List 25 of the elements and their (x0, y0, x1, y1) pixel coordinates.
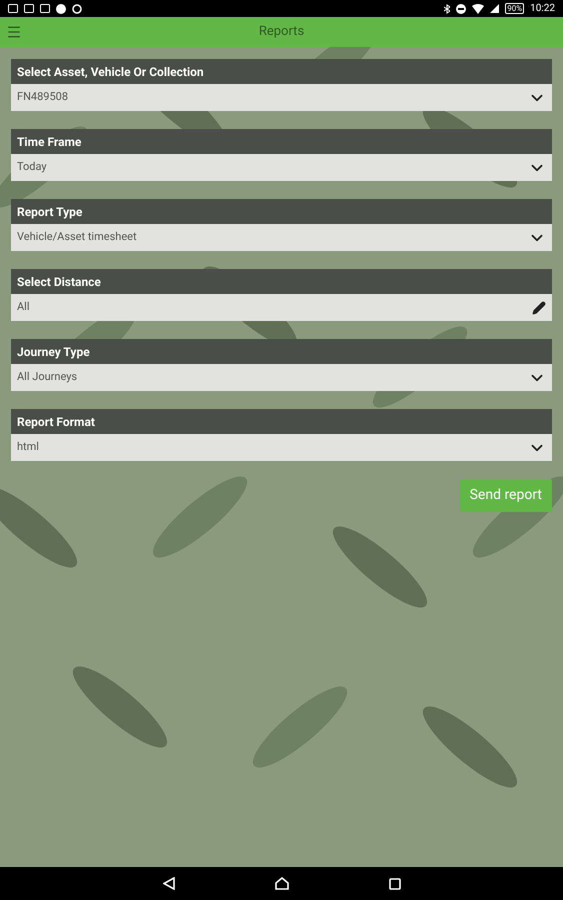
wifi-icon (472, 4, 484, 14)
menu-icon (6, 24, 22, 40)
app-title: Reports (258, 23, 304, 42)
input-field[interactable]: All (11, 294, 552, 321)
bluetooth-icon (444, 4, 450, 14)
field-label: Journey Type (11, 339, 552, 364)
home-icon[interactable] (274, 877, 288, 890)
dropdown-field[interactable]: FN489508 (11, 84, 552, 111)
menu-button[interactable] (6, 24, 22, 40)
dropdown-field[interactable]: Vehicle/Asset timesheet (11, 224, 552, 251)
back-icon[interactable] (162, 877, 174, 890)
battery-level: 90% (505, 3, 524, 14)
field-label: Report Type (11, 199, 552, 224)
pencil-icon (532, 300, 546, 314)
field-label: Report Format (11, 409, 552, 434)
signal-icon (490, 4, 500, 13)
minus-circle-icon (456, 4, 466, 14)
field-label: Select Distance (11, 269, 552, 294)
recent-apps-icon[interactable] (388, 878, 400, 890)
dropdown-field[interactable]: All Journeys (11, 364, 552, 391)
field-label: Select Asset, Vehicle Or Collection (11, 59, 552, 84)
dropdown-field[interactable]: html (11, 434, 552, 461)
clock-time: 10:22 (530, 2, 555, 16)
dropdown-field[interactable]: Today (11, 154, 552, 181)
field-label: Time Frame (11, 129, 552, 154)
